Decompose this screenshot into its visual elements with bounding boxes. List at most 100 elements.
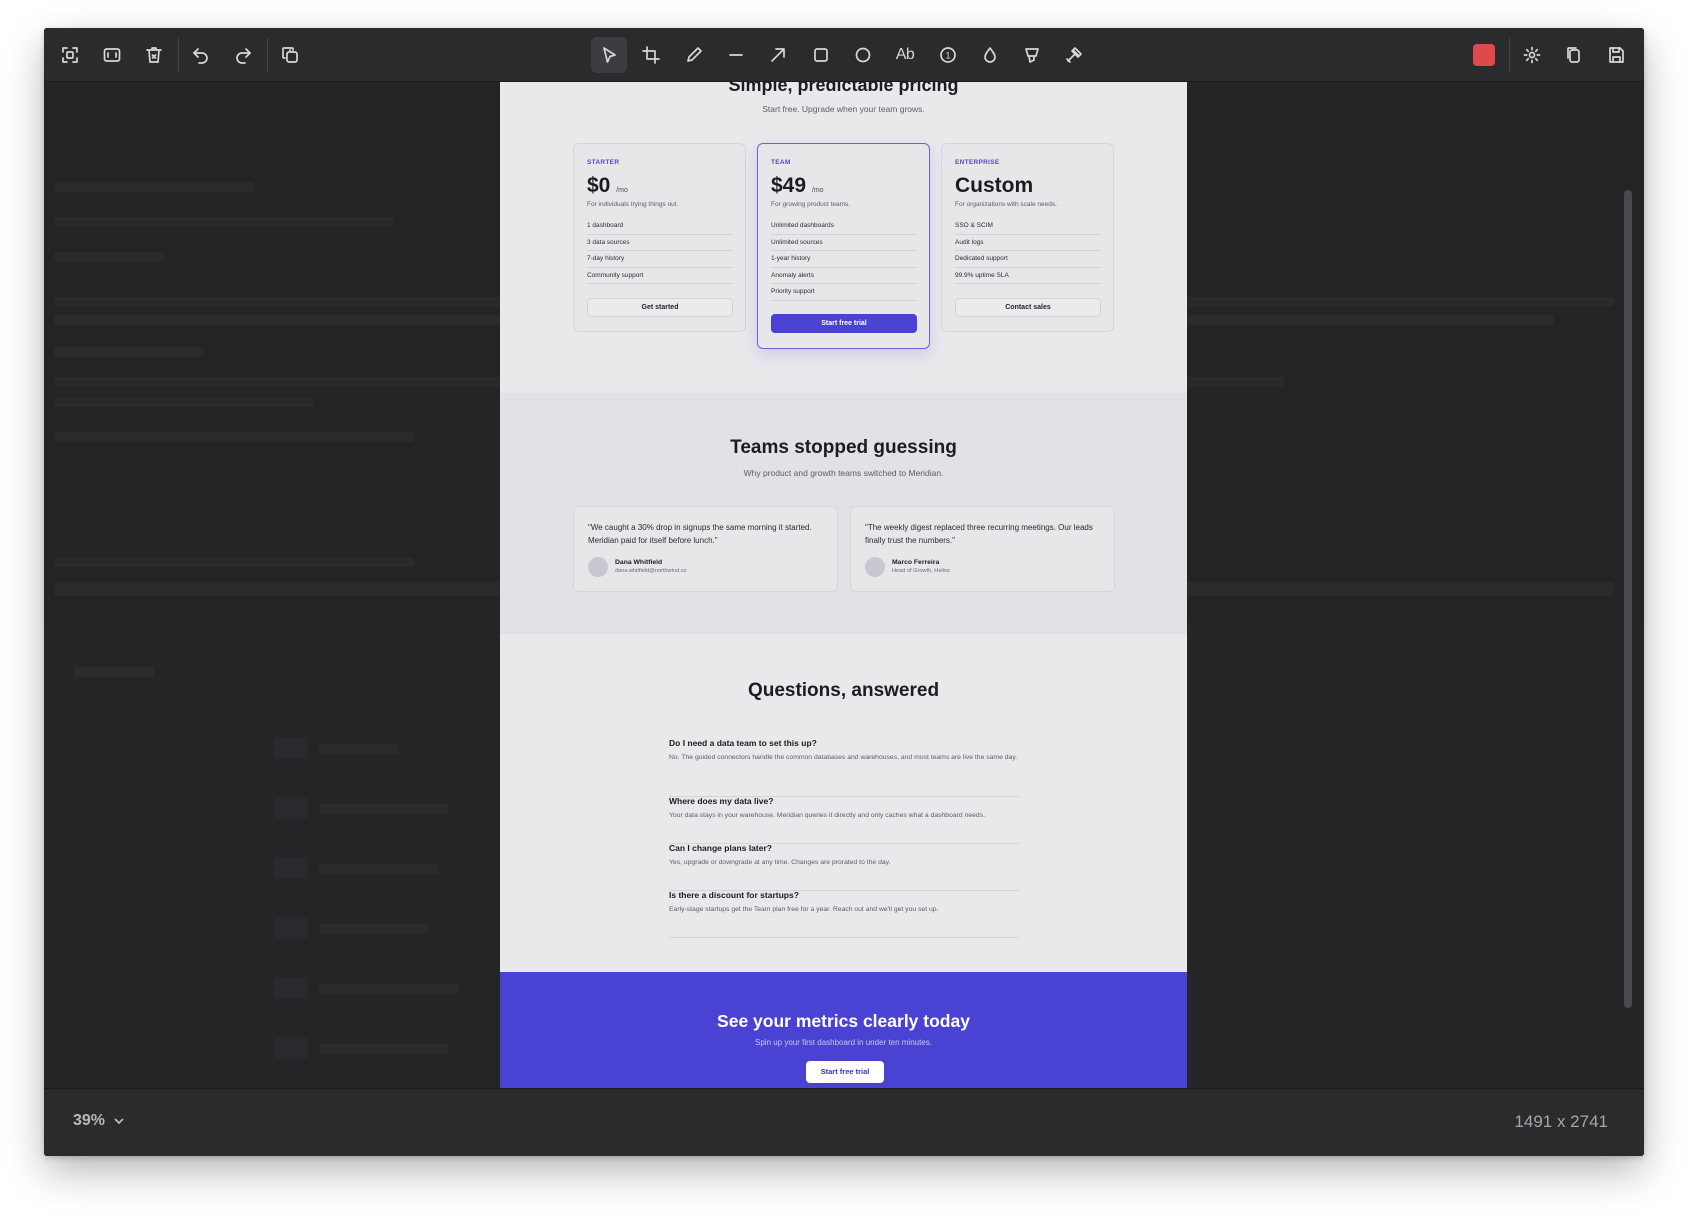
screenshot-preview: Simple, predictable pricing Start free. …	[500, 82, 1187, 1116]
plan-feature: 7-day history	[587, 251, 733, 268]
plan-price-amount: $0	[587, 174, 611, 197]
toolbar: Ab 1	[44, 28, 1644, 82]
plan-feature: 1 dashboard	[587, 218, 733, 235]
text-tool-label: Ab	[895, 46, 915, 63]
plan-price: $49 /mo	[771, 174, 824, 198]
faq-title: Questions, answered	[747, 680, 940, 701]
pricing-title: Simple, predictable pricing	[728, 82, 959, 95]
duplicate-icon[interactable]	[272, 37, 308, 73]
testimonial-name: Dana Whitfield	[615, 559, 663, 566]
testimonials-subtitle: Why product and growth teams switched to…	[743, 468, 944, 478]
plan-feature: Unlimited dashboards	[771, 218, 917, 235]
faq-answer: Your data stays in your warehouse. Merid…	[669, 812, 985, 819]
cta-subtitle: Spin up your first dashboard in under te…	[755, 1038, 932, 1047]
zoom-dropdown[interactable]: 39%	[73, 1112, 126, 1130]
plan-feature: 3 data sources	[587, 235, 733, 251]
plan-tier: STARTER	[587, 159, 620, 166]
plan-description: For organizations with scale needs.	[955, 201, 1057, 208]
plan-feature: 99.9% uptime SLA	[955, 268, 1101, 284]
plan-description: For individuals trying things out.	[587, 201, 679, 208]
arrow-icon[interactable]	[760, 37, 796, 73]
counter-label: 1	[945, 51, 950, 61]
highlighter-icon[interactable]	[1014, 37, 1050, 73]
counter-icon[interactable]: 1	[930, 37, 966, 73]
plan-tier: TEAM	[771, 159, 791, 166]
faq-question: Can I change plans later?	[669, 843, 772, 853]
faq-answer: Yes, upgrade or downgrade at any time. C…	[669, 859, 891, 866]
faq-question: Is there a discount for startups?	[669, 890, 799, 900]
plan-price-amount: Custom	[955, 174, 1034, 197]
plan-price-period: /mo	[811, 187, 824, 194]
capture-area-icon[interactable]	[52, 37, 88, 73]
get-started-button[interactable]: Get started	[587, 298, 733, 317]
plan-price: $0 /mo	[587, 174, 628, 198]
plan-feature: Priority support	[771, 284, 917, 301]
testimonial-role: dana.whitfield@northwind.co	[615, 568, 687, 574]
select-icon[interactable]	[591, 37, 627, 73]
image-dimensions: 1491 x 2741	[1514, 1112, 1608, 1131]
plan-card-enterprise: ENTERPRISE Custom For organizations with…	[941, 143, 1114, 332]
avatar	[865, 557, 885, 577]
plan-description: For growing product teams.	[771, 201, 851, 208]
plan-card-starter: STARTER $0 /mo For individuals trying th…	[573, 143, 746, 332]
plan-feature-list: SSO & SCIM Audit logs Dedicated support …	[955, 218, 1101, 284]
plan-feature: 1-year history	[771, 251, 917, 268]
plan-feature: Audit logs	[955, 235, 1101, 251]
plan-feature-list: Unlimited dashboards Unlimited sources 1…	[771, 218, 917, 301]
start-free-trial-button[interactable]: Start free trial	[771, 314, 917, 333]
faq-answer: Early-stage startups get the Team plan f…	[669, 906, 939, 913]
color-swatch[interactable]	[1473, 44, 1495, 66]
settings-icon[interactable]	[1514, 37, 1550, 73]
cta-title: See your metrics clearly today	[717, 1011, 970, 1031]
plan-card-team: TEAM $49 /mo For growing product teams. …	[757, 143, 930, 349]
testimonials-section: Teams stopped guessing Why product and g…	[500, 393, 1187, 634]
save-icon[interactable]	[1598, 37, 1634, 73]
delete-icon[interactable]	[136, 37, 172, 73]
faq-question: Do I need a data team to set this up?	[669, 738, 817, 748]
plan-price-amount: $49	[771, 174, 807, 197]
capture-window-icon[interactable]	[94, 37, 130, 73]
plan-price-period: /mo	[616, 187, 628, 194]
plan-price: Custom	[955, 174, 1033, 198]
chevron-down-icon	[114, 1118, 124, 1125]
plan-feature: Unlimited sources	[771, 235, 917, 251]
editor-window: Ab 1 Simple, predictable pricing Start f…	[44, 28, 1644, 1156]
rectangle-icon[interactable]	[803, 37, 839, 73]
pixelate-icon[interactable]	[1056, 37, 1092, 73]
faq-item[interactable]: Where does my data live? Your data stays…	[669, 796, 1019, 844]
crop-icon[interactable]	[633, 37, 669, 73]
testimonial-role: Head of Growth, Helios	[892, 568, 950, 574]
plan-feature: Anomaly alerts	[771, 268, 917, 284]
faq-item[interactable]: Do I need a data team to set this up? No…	[669, 738, 1019, 797]
testimonial-name: Marco Ferreira	[892, 559, 940, 566]
testimonial-quote: "The weekly digest replaced three recurr…	[865, 523, 1093, 545]
plan-feature: Dedicated support	[955, 251, 1101, 268]
plan-feature: Community support	[587, 268, 733, 284]
plan-tier: ENTERPRISE	[955, 159, 1000, 166]
testimonial-card: "We caught a 30% drop in signups the sam…	[573, 506, 838, 592]
faq-question: Where does my data live?	[669, 796, 774, 806]
pricing-subtitle: Start free. Upgrade when your team grows…	[762, 104, 925, 114]
testimonial-card: "The weekly digest replaced three recurr…	[850, 506, 1115, 592]
pen-icon[interactable]	[676, 37, 712, 73]
faq-item[interactable]: Is there a discount for startups? Early-…	[669, 890, 1019, 938]
ellipse-icon[interactable]	[845, 37, 881, 73]
cta-start-trial-button[interactable]: Start free trial	[806, 1061, 884, 1083]
faq-answer: No. The guided connectors handle the com…	[669, 754, 1018, 761]
plan-feature-list: 1 dashboard 3 data sources 7-day history…	[587, 218, 733, 284]
avatar	[588, 557, 608, 577]
contact-sales-button[interactable]: Contact sales	[955, 298, 1101, 317]
blur-icon[interactable]	[972, 37, 1008, 73]
status-bar: 39% 1491 x 2741	[44, 1088, 1644, 1156]
copy-icon[interactable]	[1556, 37, 1592, 73]
testimonials-title: Teams stopped guessing	[730, 437, 957, 458]
undo-icon[interactable]	[183, 37, 219, 73]
zoom-level: 39%	[73, 1112, 106, 1129]
plan-feature: SSO & SCIM	[955, 218, 1101, 235]
faq-item[interactable]: Can I change plans later? Yes, upgrade o…	[669, 843, 1019, 891]
text-tool-icon[interactable]: Ab	[887, 37, 923, 73]
testimonial-quote: "We caught a 30% drop in signups the sam…	[588, 523, 812, 545]
redo-icon[interactable]	[225, 37, 261, 73]
vertical-scrollbar[interactable]	[1624, 190, 1632, 1008]
line-icon[interactable]	[718, 37, 754, 73]
